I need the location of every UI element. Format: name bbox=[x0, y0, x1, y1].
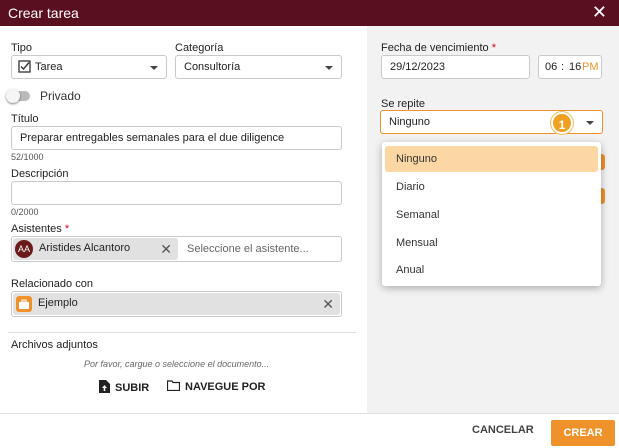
time-input[interactable]: 06 : 16 PM bbox=[538, 55, 602, 79]
descripcion-counter: 0/2000 bbox=[11, 207, 39, 217]
checkbox-icon bbox=[18, 60, 31, 73]
asistentes-field[interactable]: AA Aristides Alcantoro ✕ Seleccione el a… bbox=[11, 236, 342, 262]
fecha-input[interactable]: 29/12/2023 bbox=[381, 55, 530, 79]
categoria-select[interactable]: Consultoría bbox=[175, 55, 342, 79]
dialog-title: Crear tarea bbox=[8, 5, 79, 21]
browse-button[interactable]: NAVEGUE POR bbox=[166, 380, 265, 394]
briefcase-icon bbox=[16, 296, 32, 312]
upload-button[interactable]: SUBIR bbox=[99, 380, 149, 396]
chevron-down-icon bbox=[150, 66, 158, 70]
hour-value[interactable]: 06 bbox=[545, 61, 557, 73]
option-diario[interactable]: Diario bbox=[385, 174, 598, 200]
categoria-value: Consultoría bbox=[184, 61, 241, 73]
relacionado-name: Ejemplo bbox=[38, 297, 78, 309]
asistente-name: Aristides Alcantoro bbox=[39, 242, 131, 254]
descripcion-input[interactable] bbox=[11, 181, 342, 205]
ampm-value[interactable]: PM bbox=[582, 61, 599, 73]
dialog-header: Crear tarea ✕ bbox=[0, 0, 619, 26]
repite-value: Ninguno bbox=[389, 116, 430, 128]
create-button[interactable]: CREAR bbox=[551, 420, 615, 446]
tipo-label: Tipo bbox=[11, 42, 32, 54]
tipo-select[interactable]: Tarea bbox=[11, 55, 167, 79]
cancel-button[interactable]: CANCELAR bbox=[472, 424, 534, 436]
remove-chip-icon[interactable]: ✕ bbox=[160, 242, 172, 256]
option-ninguno[interactable]: Ninguno bbox=[385, 146, 598, 172]
minute-value[interactable]: 16 bbox=[569, 61, 581, 73]
remove-chip-icon[interactable]: ✕ bbox=[322, 297, 334, 311]
option-mensual[interactable]: Mensual bbox=[385, 230, 598, 256]
fecha-label: Fecha de vencimiento * bbox=[381, 42, 496, 54]
time-separator: : bbox=[561, 61, 565, 73]
asistentes-placeholder[interactable]: Seleccione el asistente... bbox=[187, 243, 309, 255]
repite-label: Se repite bbox=[381, 98, 426, 110]
form-left-panel: Tipo Tarea Categoría Consultoría Privado… bbox=[0, 26, 367, 413]
archivos-label: Archivos adjuntos bbox=[11, 339, 98, 351]
dialog-footer: CANCELAR CREAR bbox=[0, 413, 619, 448]
folder-icon bbox=[166, 380, 181, 394]
toggle-knob bbox=[6, 89, 20, 103]
asistente-chip: AA Aristides Alcantoro ✕ bbox=[13, 238, 178, 260]
tipo-value: Tarea bbox=[35, 61, 63, 73]
titulo-label: Título bbox=[11, 113, 39, 125]
titulo-input[interactable]: Preparar entregables semanales para el d… bbox=[11, 126, 342, 150]
privado-toggle[interactable] bbox=[6, 89, 30, 103]
divider bbox=[8, 332, 356, 333]
chevron-down-icon bbox=[325, 66, 333, 70]
titulo-counter: 52/1000 bbox=[11, 152, 44, 162]
relacionado-label: Relacionado con bbox=[11, 278, 93, 290]
asistentes-label: Asistentes * bbox=[11, 223, 70, 235]
relacionado-chip: Ejemplo ✕ bbox=[13, 293, 340, 315]
avatar: AA bbox=[15, 240, 33, 258]
option-anual[interactable]: Anual bbox=[385, 257, 598, 283]
fecha-value: 29/12/2023 bbox=[390, 61, 446, 73]
repite-dropdown: Ninguno Diario Semanal Mensual Anual bbox=[382, 142, 601, 286]
relacionado-field[interactable]: Ejemplo ✕ bbox=[11, 291, 342, 317]
chevron-down-icon bbox=[586, 121, 594, 125]
titulo-value: Preparar entregables semanales para el d… bbox=[20, 132, 285, 144]
option-semanal[interactable]: Semanal bbox=[385, 202, 598, 228]
file-upload-icon bbox=[99, 380, 110, 396]
step-badge: 1 bbox=[551, 112, 573, 134]
descripcion-label: Descripción bbox=[11, 168, 69, 180]
close-icon[interactable]: ✕ bbox=[592, 2, 607, 22]
privado-label: Privado bbox=[40, 89, 81, 103]
categoria-label: Categoría bbox=[175, 42, 224, 54]
archivos-hint: Por favor, cargue o seleccione el docume… bbox=[84, 359, 270, 369]
